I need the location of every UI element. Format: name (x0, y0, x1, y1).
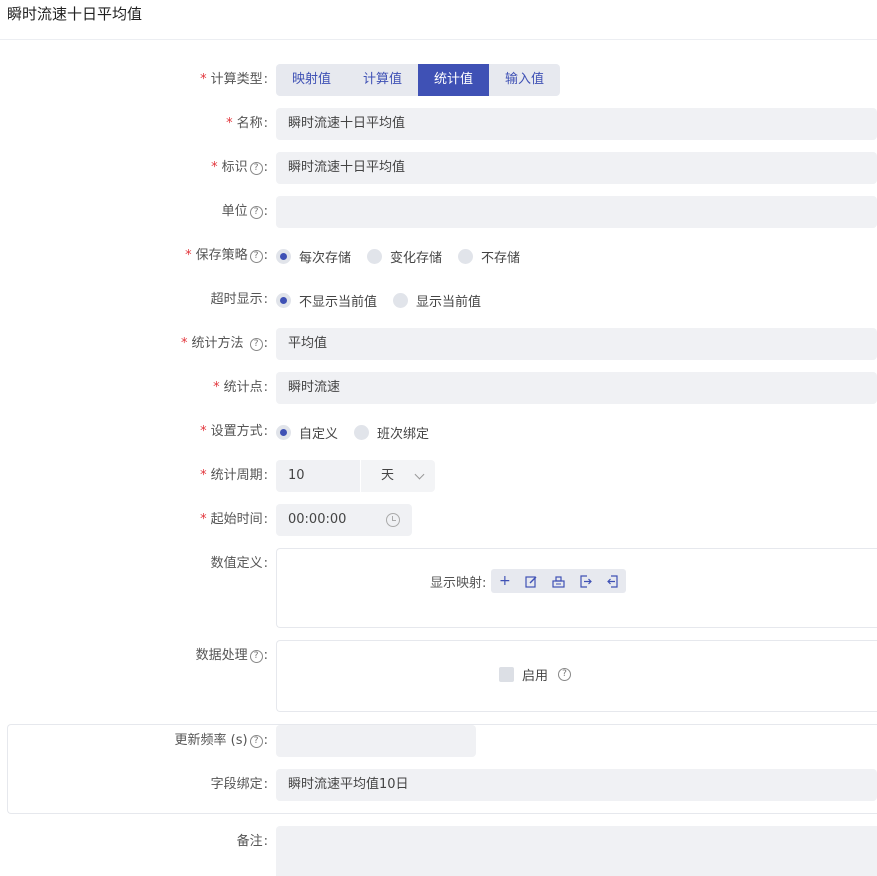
clear-icon[interactable] (545, 569, 572, 593)
page-title: 瞬时流速十日平均值 (7, 5, 143, 23)
mapping-toolbar: + (491, 569, 627, 593)
save-strategy-row: * 保存策略?: 每次存储 变化存储 不存储 (0, 240, 877, 272)
stat-period-row: * 统计周期: 10 天 (0, 460, 877, 492)
field-binding-select[interactable]: 瞬时流速平均值10日 (276, 769, 877, 801)
display-mapping: 显示映射: + (430, 569, 627, 593)
start-time-row: * 起始时间: 00:00:00 (0, 504, 877, 536)
identifier-input[interactable]: 瞬时流速十日平均值 (276, 152, 877, 184)
help-icon[interactable]: ? (249, 337, 263, 351)
name-row: * 名称: 瞬时流速十日平均值 (0, 108, 877, 140)
unit-row: 单位?: (0, 196, 877, 228)
edit-icon[interactable] (518, 569, 545, 593)
setting-mode-radio-group: 自定义 班次绑定 (276, 416, 445, 448)
stat-method-select[interactable]: 平均值 (276, 328, 877, 360)
timeout-display-row: 超时显示: 不显示当前值 显示当前值 (0, 284, 877, 316)
help-icon[interactable]: ? (558, 668, 572, 681)
help-icon[interactable]: ? (249, 649, 263, 663)
unit-input[interactable] (276, 196, 877, 228)
setting-mode-label: * 设置方式: (200, 424, 268, 439)
identifier-label: * 标识?: (211, 160, 268, 175)
show-current-value-radio[interactable]: 显示当前值 (393, 291, 481, 310)
title-divider (0, 39, 877, 40)
hide-current-value-radio[interactable]: 不显示当前值 (276, 291, 377, 310)
field-binding-row: 字段绑定: 瞬时流速平均值10日 (0, 769, 877, 801)
calc-type-input-button[interactable]: 输入值 (489, 64, 560, 96)
help-icon[interactable]: ? (249, 249, 263, 263)
update-freq-row: 更新频率 (s)?: (0, 725, 877, 757)
save-strategy-radio-group: 每次存储 变化存储 不存储 (276, 240, 536, 272)
stat-period-unit-select[interactable]: 天 (361, 460, 435, 492)
enable-checkbox[interactable] (499, 667, 514, 682)
start-time-label: * 起始时间: (200, 512, 268, 527)
value-def-box: 显示映射: + (276, 548, 877, 628)
calc-type-segmented: 映射值 计算值 统计值 输入值 (276, 64, 561, 96)
help-icon[interactable]: ? (249, 161, 263, 175)
timeout-display-radio-group: 不显示当前值 显示当前值 (276, 284, 497, 316)
field-binding-label: 字段绑定: (210, 777, 268, 792)
stat-point-label: * 统计点: (213, 380, 268, 395)
save-on-change-radio[interactable]: 变化存储 (367, 247, 442, 266)
remark-label: 备注: (236, 834, 268, 849)
stat-period-input[interactable]: 10 (276, 460, 360, 492)
start-time-picker[interactable]: 00:00:00 (276, 504, 412, 536)
calc-type-calculated-button[interactable]: 计算值 (347, 64, 418, 96)
timeout-display-label: 超时显示: (210, 292, 268, 307)
value-def-label: 数值定义: (210, 556, 268, 571)
help-icon[interactable]: ? (249, 205, 263, 219)
remark-textarea[interactable] (276, 826, 877, 876)
update-freq-input[interactable] (276, 725, 476, 757)
export-icon[interactable] (599, 569, 626, 593)
setting-mode-row: * 设置方式: 自定义 班次绑定 (0, 416, 877, 448)
name-label: * 名称: (226, 116, 268, 131)
stat-period-label: * 统计周期: (200, 468, 268, 483)
chevron-down-icon (414, 469, 425, 480)
data-processing-label: 数据处理?: (195, 648, 268, 663)
stat-method-row: * 统计方法 ?: 平均值 (0, 328, 877, 360)
name-input[interactable]: 瞬时流速十日平均值 (276, 108, 877, 140)
calc-type-label: * 计算类型: (200, 72, 268, 87)
stat-point-row: * 统计点: 瞬时流速 (0, 372, 877, 404)
calc-type-statistic-button[interactable]: 统计值 (418, 64, 490, 96)
calc-type-mapping-button[interactable]: 映射值 (276, 64, 347, 96)
clock-icon (386, 513, 400, 527)
add-icon[interactable]: + (491, 569, 518, 593)
data-processing-box: 启用 ? (276, 640, 877, 712)
shift-binding-radio[interactable]: 班次绑定 (354, 423, 429, 442)
save-every-time-radio[interactable]: 每次存储 (276, 247, 351, 266)
enable-control: 启用 ? (499, 665, 572, 684)
stat-method-label: * 统计方法 ?: (180, 336, 268, 351)
unit-label: 单位?: (221, 204, 268, 219)
help-icon[interactable]: ? (249, 734, 263, 748)
update-freq-label: 更新频率 (s)?: (174, 733, 268, 748)
save-strategy-label: * 保存策略?: (185, 248, 268, 263)
identifier-row: * 标识?: 瞬时流速十日平均值 (0, 152, 877, 184)
stat-point-select[interactable]: 瞬时流速 (276, 372, 877, 404)
custom-radio[interactable]: 自定义 (276, 423, 338, 442)
no-save-radio[interactable]: 不存储 (458, 247, 520, 266)
import-icon[interactable] (572, 569, 599, 593)
